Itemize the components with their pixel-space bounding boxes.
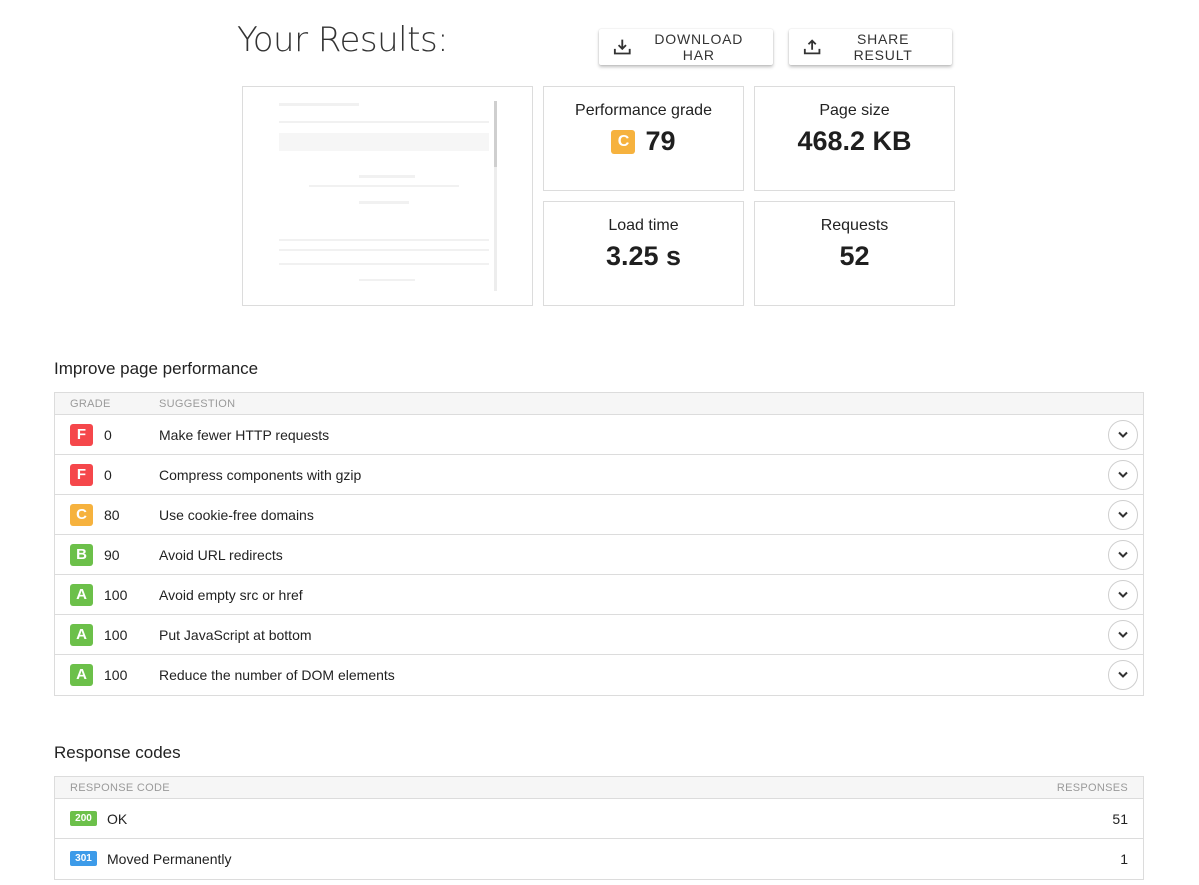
chevron-down-icon <box>1118 551 1128 558</box>
requests-value: 52 <box>839 241 870 271</box>
suggestion-text: Avoid URL redirects <box>159 547 283 563</box>
chevron-down-icon <box>1118 591 1128 598</box>
suggestion-score: 100 <box>104 627 128 643</box>
grade-badge: A <box>70 584 93 606</box>
share-result-button[interactable]: SHARE RESULT <box>789 29 952 65</box>
responses-column-header: RESPONSES <box>1056 782 1128 794</box>
response-codes-header: RESPONSE CODE RESPONSES <box>55 777 1143 799</box>
chevron-down-icon <box>1118 471 1128 478</box>
response-code-badge: 200 <box>70 811 97 826</box>
grade-badge: A <box>70 664 93 686</box>
performance-grade-card: Performance grade C 79 <box>543 86 744 191</box>
page-screenshot-thumbnail <box>242 86 533 306</box>
suggestion-row[interactable]: A 100 Avoid empty src or href <box>55 575 1143 615</box>
suggestion-score: 90 <box>104 547 120 563</box>
suggestion-row[interactable]: B 90 Avoid URL redirects <box>55 535 1143 575</box>
suggestion-text: Make fewer HTTP requests <box>159 427 330 443</box>
load-time-label: Load time <box>608 217 679 234</box>
suggestion-score: 80 <box>104 507 120 523</box>
suggestion-row[interactable]: A 100 Reduce the number of DOM elements <box>55 655 1143 695</box>
page-size-card: Page size 468.2 KB <box>754 86 955 191</box>
expand-button[interactable] <box>1108 660 1138 690</box>
performance-grade-badge: C <box>611 129 636 154</box>
suggestion-score: 100 <box>104 587 128 603</box>
suggestion-score: 100 <box>104 667 128 683</box>
expand-button[interactable] <box>1108 500 1138 530</box>
response-count: 51 <box>1112 811 1128 827</box>
suggestion-row[interactable]: F 0 Make fewer HTTP requests <box>55 415 1143 455</box>
response-codes-title: Response codes <box>54 743 181 762</box>
suggestion-column-header: SUGGESTION <box>159 398 236 410</box>
grade-badge: A <box>70 624 93 646</box>
suggestion-row[interactable]: C 80 Use cookie-free domains <box>55 495 1143 535</box>
response-code-badge: 301 <box>70 851 97 866</box>
response-codes-table: RESPONSE CODE RESPONSES 200 OK 51 301 Moved … <box>54 776 1144 880</box>
suggestion-text: Compress components with gzip <box>159 467 362 483</box>
suggestion-row[interactable]: A 100 Put JavaScript at bottom <box>55 615 1143 655</box>
expand-button[interactable] <box>1108 460 1138 490</box>
response-code-row: 200 OK 51 <box>55 799 1143 839</box>
grade-badge: F <box>70 424 93 446</box>
download-har-button[interactable]: DOWNLOAD HAR <box>599 29 773 65</box>
expand-button[interactable] <box>1108 540 1138 570</box>
response-code-text: Moved Permanently <box>107 851 232 867</box>
grade-badge: B <box>70 544 93 566</box>
share-icon <box>803 39 821 55</box>
suggestion-text: Reduce the number of DOM elements <box>159 667 395 683</box>
suggestion-text: Put JavaScript at bottom <box>159 627 312 643</box>
page-size-value: 468.2 KB <box>797 126 912 156</box>
expand-button[interactable] <box>1108 420 1138 450</box>
load-time-card: Load time 3.25 s <box>543 201 744 306</box>
load-time-value: 3.25 s <box>605 241 682 271</box>
improve-table-header: GRADE SUGGESTION <box>55 393 1143 415</box>
response-code-column-header: RESPONSE CODE <box>70 782 170 794</box>
suggestion-score: 0 <box>104 427 112 443</box>
improve-section-title: Improve page performance <box>54 359 259 378</box>
response-count: 1 <box>1120 851 1128 867</box>
page-size-label: Page size <box>819 102 890 119</box>
performance-grade-label: Performance grade <box>575 102 712 119</box>
suggestion-score: 0 <box>104 467 112 483</box>
requests-card: Requests 52 <box>754 201 955 306</box>
expand-button[interactable] <box>1108 580 1138 610</box>
grade-badge: F <box>70 464 93 486</box>
grade-column-header: GRADE <box>70 398 111 410</box>
thumbnail-scrollbar[interactable] <box>494 101 497 167</box>
download-icon <box>613 39 631 55</box>
expand-button[interactable] <box>1108 620 1138 650</box>
chevron-down-icon <box>1118 431 1128 438</box>
requests-label: Requests <box>820 217 889 234</box>
grade-badge: C <box>70 504 93 526</box>
share-result-label: SHARE RESULT <box>853 31 913 63</box>
chevron-down-icon <box>1118 671 1128 678</box>
response-code-row: 301 Moved Permanently 1 <box>55 839 1143 879</box>
performance-grade-score: 79 <box>645 126 676 156</box>
chevron-down-icon <box>1118 631 1128 638</box>
chevron-down-icon <box>1118 511 1128 518</box>
improve-table: GRADE SUGGESTION F 0 Make fewer HTTP reque… <box>54 392 1144 696</box>
response-code-text: OK <box>107 811 128 827</box>
download-har-label: DOWNLOAD HAR <box>654 31 744 63</box>
page-title: Your Results: <box>237 20 449 60</box>
suggestion-row[interactable]: F 0 Compress components with gzip <box>55 455 1143 495</box>
suggestion-text: Avoid empty src or href <box>159 587 303 603</box>
suggestion-text: Use cookie-free domains <box>159 507 314 523</box>
